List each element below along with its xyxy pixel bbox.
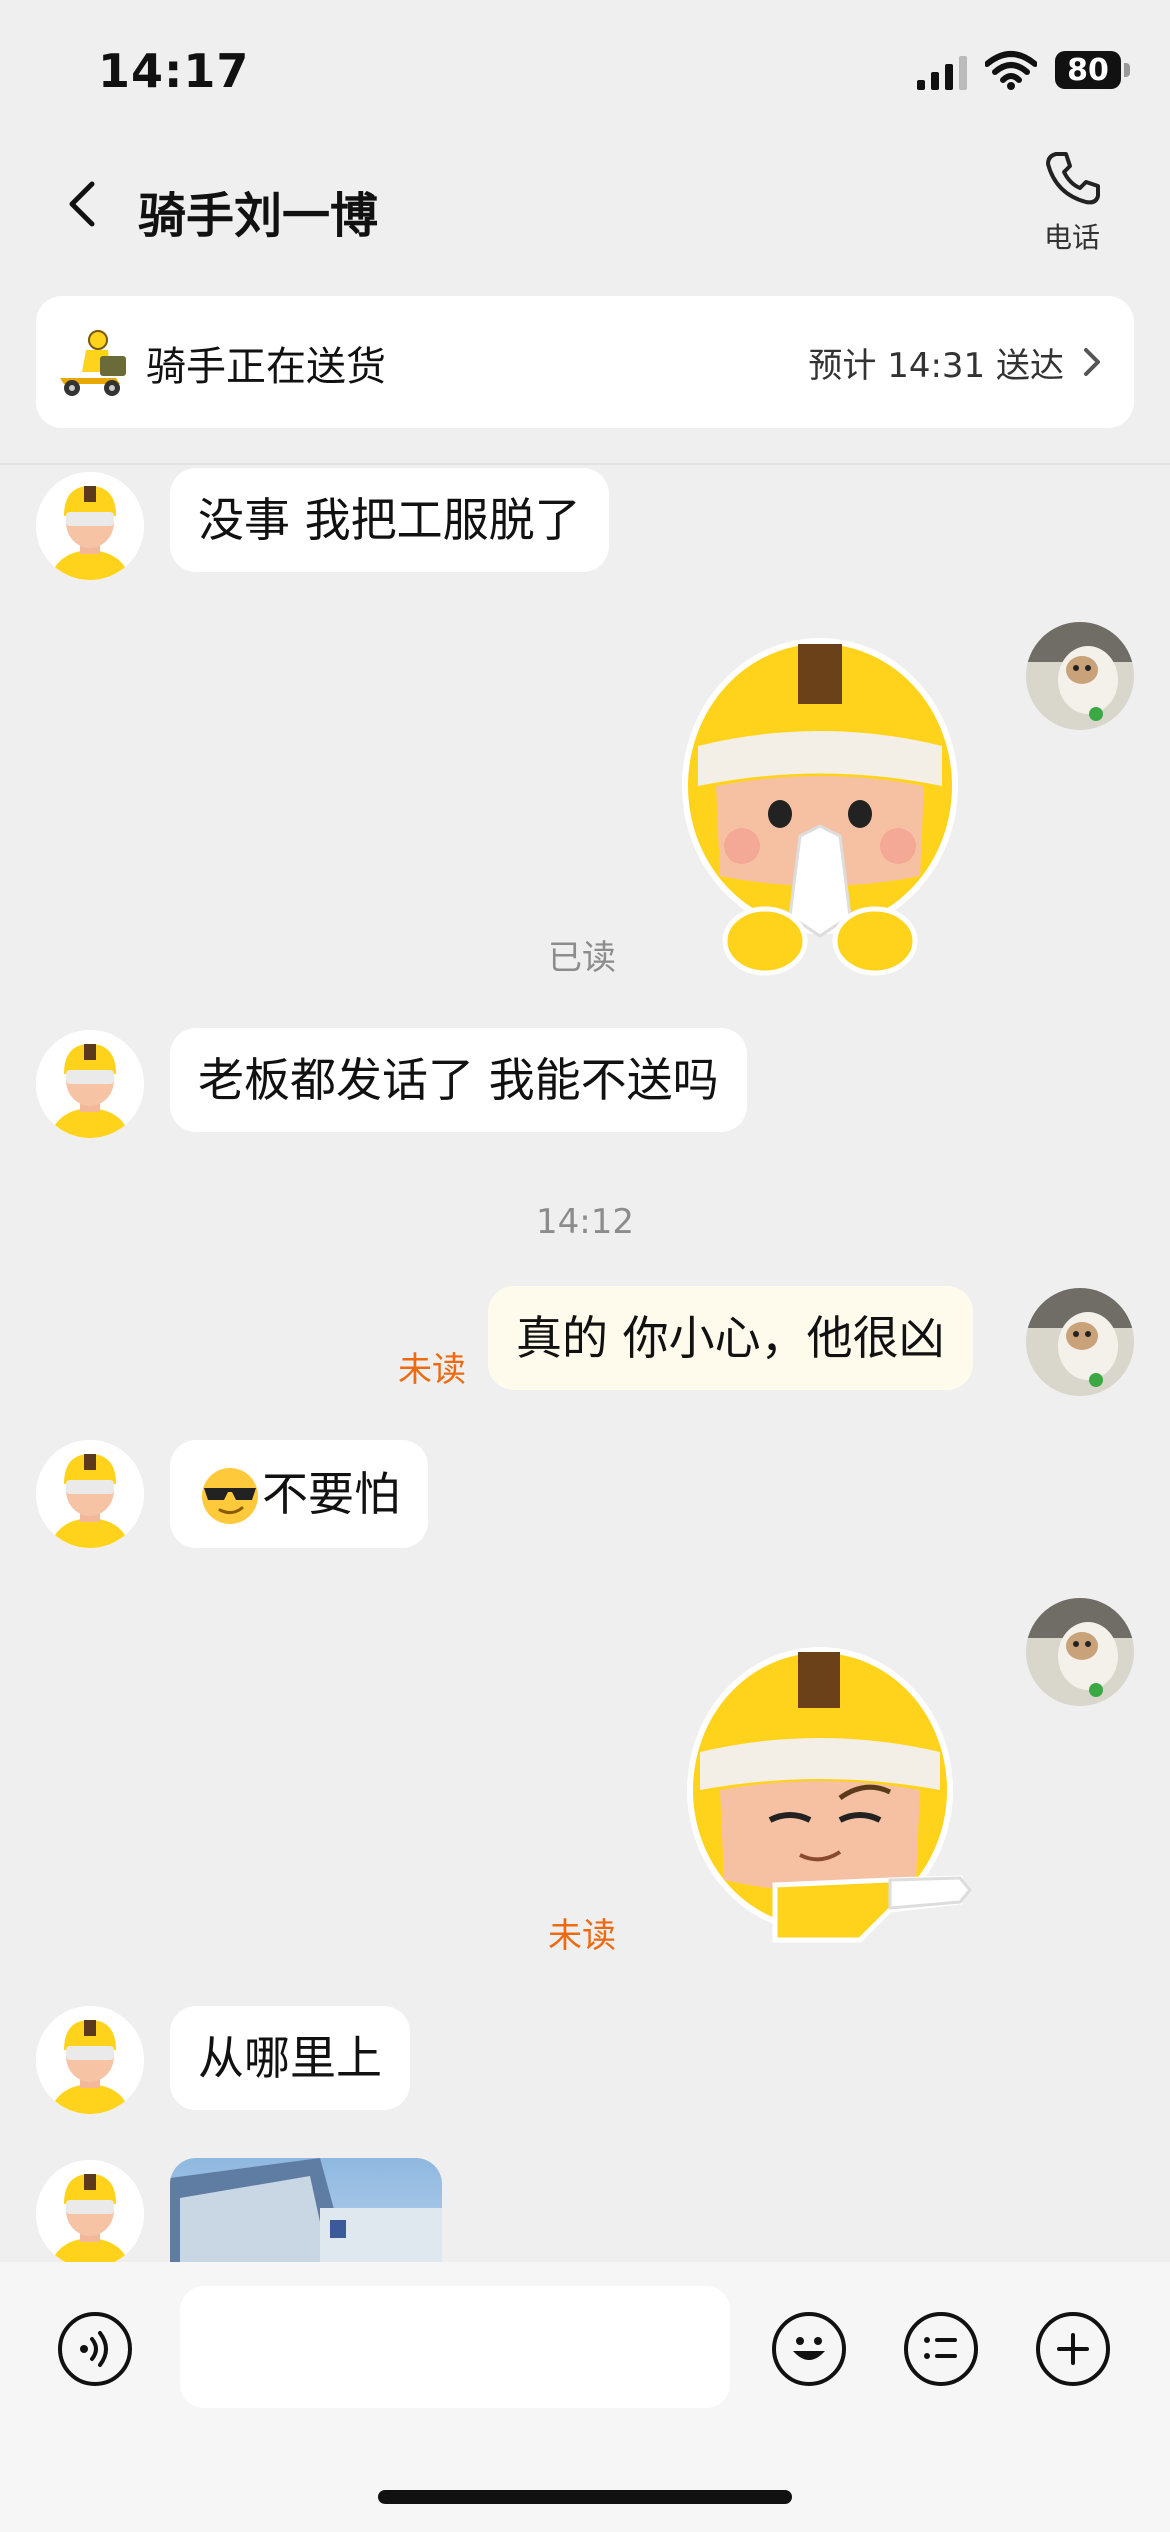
battery-icon: 80: [1055, 51, 1130, 89]
phone-icon: [1046, 152, 1100, 205]
user-avatar[interactable]: [1026, 622, 1134, 730]
voice-icon: [80, 2331, 108, 2367]
read-status: 已读: [548, 938, 616, 978]
message-bubble-incoming: 没事 我把工服脱了: [170, 468, 609, 572]
message-bubble-incoming: 从哪里上: [170, 2006, 410, 2110]
rider-avatar[interactable]: [36, 2160, 144, 2268]
phone-label: 电话: [1043, 221, 1100, 254]
rider-avatar[interactable]: [36, 472, 144, 580]
user-avatar[interactable]: [1026, 1598, 1134, 1706]
chevron-right-icon: [1084, 348, 1100, 376]
message-input[interactable]: [180, 2286, 730, 2408]
home-indicator: [378, 2490, 792, 2504]
plus-icon: [1057, 2333, 1089, 2365]
building-photo: [170, 2158, 442, 2268]
unread-status: 未读: [398, 1350, 466, 1390]
message-bubble-outgoing: 真的 你小心，他很凶: [488, 1286, 973, 1390]
cool-sunglasses-emoji-icon: [202, 1468, 258, 1524]
list-button[interactable]: [904, 2312, 978, 2386]
message-bubble-incoming: 老板都发话了 我能不送吗: [170, 1028, 747, 1132]
delivery-status-card[interactable]: 骑手正在送货 预计 14:31 送达: [36, 296, 1134, 428]
voice-button[interactable]: [58, 2312, 132, 2386]
delivery-eta: 预计 14:31 送达: [808, 346, 1064, 386]
cellular-signal-icon: [917, 50, 967, 90]
status-icons: 80: [917, 48, 1130, 92]
delivery-scooter-icon: [60, 330, 126, 396]
list-icon: [924, 2337, 957, 2359]
wifi-icon: [985, 51, 1037, 90]
phone-button[interactable]: 电话: [1026, 148, 1118, 258]
rider-avatar[interactable]: [36, 1030, 144, 1138]
back-icon[interactable]: [56, 176, 112, 232]
emoji-button[interactable]: [772, 2312, 846, 2386]
sticker-rider-pointing[interactable]: [680, 1640, 980, 1960]
unread-status: 未读: [548, 1916, 616, 1956]
message-bubble-incoming: 不要怕: [170, 1440, 428, 1548]
user-avatar[interactable]: [1026, 1288, 1134, 1396]
plus-button[interactable]: [1036, 2312, 1110, 2386]
rider-avatar[interactable]: [36, 1440, 144, 1548]
header-divider: [0, 463, 1170, 465]
message-text: 不要怕: [262, 1467, 400, 1521]
image-message[interactable]: [170, 2158, 442, 2268]
sticker-rider-pleading[interactable]: [670, 636, 970, 986]
status-time: 14:17: [98, 44, 250, 98]
emoji-icon: [793, 2337, 825, 2360]
message-timestamp: 14:12: [536, 1202, 634, 1242]
chat-title: 骑手刘一博: [138, 188, 379, 244]
rider-avatar[interactable]: [36, 2006, 144, 2114]
delivery-status-text: 骑手正在送货: [146, 344, 386, 390]
battery-level: 80: [1055, 51, 1121, 89]
